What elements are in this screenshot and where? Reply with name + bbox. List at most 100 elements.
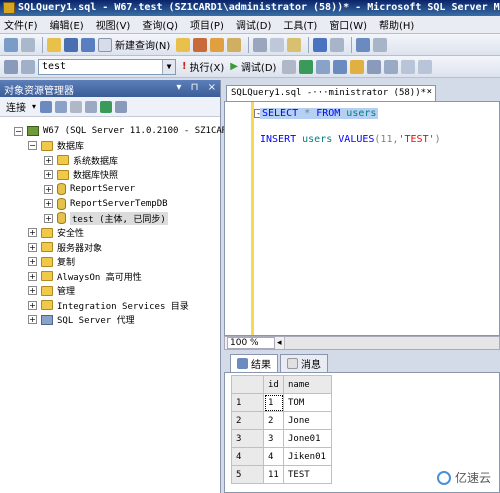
parse-icon[interactable] <box>299 59 314 74</box>
tree-node-alwayson[interactable]: + AlwaysOn 高可用性 <box>0 269 221 284</box>
row-number[interactable]: 3 <box>231 429 264 448</box>
undo-icon[interactable] <box>313 37 328 52</box>
column-header-id[interactable]: id <box>263 375 284 394</box>
cell-id[interactable]: 1 <box>263 393 284 412</box>
chevron-down-icon[interactable]: ▾ <box>32 102 36 111</box>
connect-button[interactable]: 连接 <box>6 99 26 114</box>
sql-editor[interactable]: - SELECT * FROM users INSERT users VALUE… <box>224 101 500 336</box>
menu-help[interactable]: 帮助(H) <box>379 17 414 32</box>
results-to-grid-icon[interactable] <box>350 59 365 74</box>
tab-results[interactable]: 结果 <box>230 354 278 372</box>
window-position-icon[interactable]: ▾ <box>176 82 181 93</box>
menu-debug[interactable]: 调试(D) <box>236 17 272 32</box>
refresh-icon[interactable] <box>100 100 113 113</box>
tree-node-sql-agent[interactable]: + SQL Server 代理 <box>0 313 221 328</box>
tree-node-db-snapshots[interactable]: + 数据库快照 <box>0 168 221 183</box>
cut-icon[interactable] <box>253 37 268 52</box>
connect-icon[interactable] <box>4 59 18 74</box>
copy-icon[interactable] <box>270 37 285 52</box>
expand-icon[interactable]: + <box>44 184 53 194</box>
xmla-query-icon[interactable] <box>227 37 242 52</box>
tree-node-server-objects[interactable]: + 服务器对象 <box>0 240 221 255</box>
tree-node-security[interactable]: + 安全性 <box>0 226 221 241</box>
cancel-execution-icon[interactable] <box>282 59 297 74</box>
save-all-icon[interactable] <box>81 37 95 52</box>
expand-icon[interactable]: + <box>44 199 53 209</box>
column-header-name[interactable]: name <box>283 375 332 394</box>
cell-name[interactable]: Jiken01 <box>283 447 332 466</box>
tab-messages[interactable]: 消息 <box>280 354 328 372</box>
execute-icon[interactable]: ! <box>182 61 187 72</box>
cell-id[interactable]: 2 <box>263 411 284 430</box>
comment-icon[interactable] <box>401 59 416 74</box>
scroll-left-icon[interactable]: ◂ <box>277 338 282 348</box>
zoom-select[interactable]: 100 % <box>227 337 275 349</box>
add-item-icon[interactable] <box>21 37 35 52</box>
code-line-1[interactable]: SELECT * FROM users <box>260 108 379 119</box>
menu-window[interactable]: 窗口(W) <box>329 17 367 32</box>
analysis-query-icon[interactable] <box>193 37 208 52</box>
menu-tools[interactable]: 工具(T) <box>283 17 317 32</box>
redo-icon[interactable] <box>330 37 345 52</box>
cell-name[interactable]: TEST <box>283 465 332 484</box>
expand-icon[interactable]: + <box>28 315 37 325</box>
cell-id[interactable]: 3 <box>263 429 284 448</box>
expand-icon[interactable]: + <box>28 271 37 281</box>
results-to-text-icon[interactable] <box>367 59 382 74</box>
expand-icon[interactable]: + <box>28 300 37 310</box>
expand-icon[interactable]: + <box>28 286 37 296</box>
tree-node-replication[interactable]: + 复制 <box>0 255 221 270</box>
mdx-query-icon[interactable] <box>210 37 225 52</box>
new-project-icon[interactable] <box>4 37 18 52</box>
filter-icon[interactable] <box>85 100 98 113</box>
menu-edit[interactable]: 编辑(E) <box>50 17 84 32</box>
execute-button[interactable]: 执行(X) <box>190 59 225 74</box>
navigate-forward-icon[interactable] <box>373 37 388 52</box>
db-engine-query-icon[interactable] <box>176 37 191 52</box>
expand-icon[interactable]: + <box>44 155 53 165</box>
tree-node-test[interactable]: + test (主体, 已同步) <box>0 211 221 226</box>
navigate-backward-icon[interactable] <box>356 37 371 52</box>
expand-icon[interactable]: + <box>28 257 37 267</box>
chevron-down-icon[interactable]: ▼ <box>162 59 175 74</box>
available-databases-select[interactable]: test ▼ <box>38 58 176 75</box>
open-file-icon[interactable] <box>47 37 61 52</box>
tree-node-reportservertempdb[interactable]: + ReportServerTempDB <box>0 197 221 212</box>
disconnect-icon[interactable] <box>55 100 68 113</box>
tree-node-reportserver[interactable]: + ReportServer <box>0 182 221 197</box>
menu-view[interactable]: 视图(V) <box>96 17 131 32</box>
row-number[interactable]: 4 <box>231 447 264 466</box>
cell-name[interactable]: Jone01 <box>283 429 332 448</box>
menu-project[interactable]: 项目(P) <box>190 17 224 32</box>
results-to-file-icon[interactable] <box>384 59 399 74</box>
tree-node-server[interactable]: − W67 (SQL Server 11.0.2100 - SZ1CARD <box>0 124 233 139</box>
row-header-corner[interactable] <box>231 375 264 394</box>
debug-button[interactable]: 调试(D) <box>241 59 277 74</box>
stop-icon[interactable] <box>70 100 83 113</box>
new-query-icon[interactable] <box>98 37 112 52</box>
row-number[interactable]: 2 <box>231 411 264 430</box>
tree-node-integration-services[interactable]: + Integration Services 目录 <box>0 298 221 313</box>
collapse-icon[interactable]: − <box>14 126 23 136</box>
query-designer-icon[interactable] <box>333 59 348 74</box>
row-number[interactable]: 5 <box>231 465 264 484</box>
cell-name[interactable]: Jone <box>283 411 332 430</box>
tree-node-system-databases[interactable]: + 系统数据库 <box>0 153 221 168</box>
uncomment-icon[interactable] <box>418 59 433 74</box>
display-plan-icon[interactable] <box>316 59 331 74</box>
close-icon[interactable]: × <box>208 82 216 93</box>
paste-icon[interactable] <box>287 37 302 52</box>
cell-id[interactable]: 4 <box>263 447 284 466</box>
tree-node-databases[interactable]: − 数据库 <box>0 139 221 154</box>
connect-db-icon[interactable] <box>40 100 53 113</box>
save-icon[interactable] <box>64 37 78 52</box>
summary-icon[interactable] <box>115 100 128 113</box>
menu-query[interactable]: 查询(Q) <box>142 17 178 32</box>
expand-icon[interactable]: + <box>44 170 53 180</box>
auto-hide-pin-icon[interactable]: ⊓ <box>191 82 199 93</box>
tab-sqlquery1[interactable]: SQLQuery1.sql -···ministrator (58))* × <box>226 85 436 101</box>
change-connection-icon[interactable] <box>21 59 35 74</box>
horizontal-scrollbar[interactable] <box>283 337 499 349</box>
expand-icon[interactable]: + <box>28 228 37 238</box>
new-query-button[interactable]: 新建查询(N) <box>115 37 170 52</box>
